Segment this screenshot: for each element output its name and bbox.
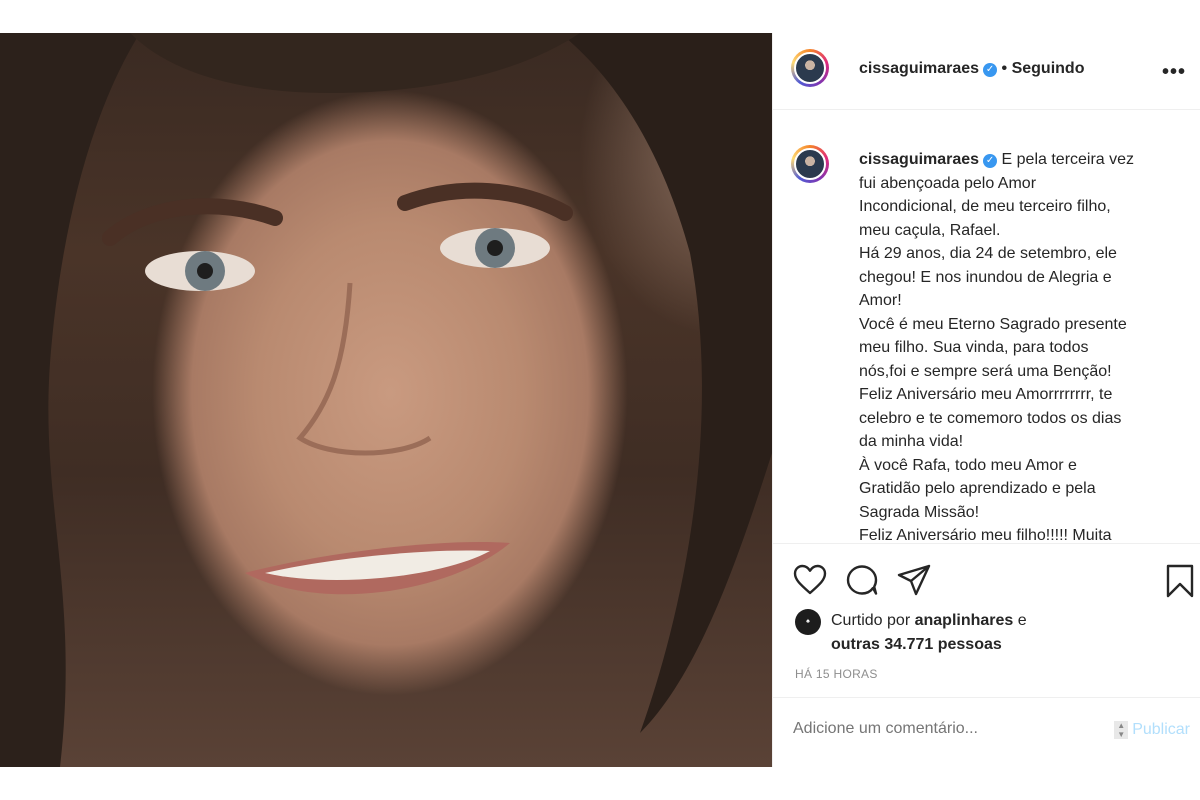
- caption-line: celebro e te comemoro todos os dias: [859, 407, 1177, 431]
- caption-text: Há 29 anos, dia 24 de setembro, ele: [859, 245, 1117, 262]
- caption-line: Sagrada Missão!: [859, 501, 1177, 525]
- comment-icon[interactable]: [845, 564, 879, 596]
- likes-summary[interactable]: Curtido por anaplinhares e outras 34.771…: [831, 609, 1027, 657]
- caption-line: Feliz Aniversário meu Amorrrrrrrr, te: [859, 383, 1177, 407]
- caption-text: nós,foi e sempre será uma Benção!: [859, 362, 1112, 380]
- comment-bar: ▲▼Publicar: [773, 697, 1200, 769]
- verified-badge-icon: ✓: [983, 63, 998, 77]
- post-photo[interactable]: [0, 33, 772, 767]
- caption-text: Feliz Aniversário meu Amorrrrrrrr, te: [859, 386, 1113, 403]
- caption-text: E pela terceira vez: [1001, 151, 1135, 168]
- author-avatar[interactable]: [791, 49, 829, 87]
- caption-line: da minha vida!: [859, 430, 1177, 454]
- caption-text: fui abençoada pelo Amor: [859, 174, 1037, 192]
- caption-line: Você é meu Eterno Sagrado presente: [859, 313, 1177, 337]
- caption-text: Sagrada Missão!: [859, 503, 980, 521]
- caption-text: Gratidão pelo aprendizado e pela: [859, 480, 1096, 497]
- follow-status[interactable]: • Seguindo: [1002, 60, 1085, 77]
- caption-line: cissaguimaraes ✓ E pela terceira vez: [859, 148, 1177, 172]
- publish-button[interactable]: ▲ ▼ Publicar: [1114, 721, 1190, 739]
- caption-text: Amor!: [859, 292, 902, 309]
- caption-text: celebro e te comemoro todos os dias: [859, 409, 1122, 427]
- caption-text: À você Rafa, todo meu Amor e: [859, 456, 1077, 474]
- caption-text: Incondicional, de meu terceiro filho,: [859, 198, 1111, 215]
- like-heart-icon[interactable]: [793, 564, 827, 596]
- post-side-panel: cissaguimaraes ✓ • Seguindo ••• cissaguim…: [773, 33, 1200, 767]
- verified-badge-icon: ✓: [983, 154, 998, 168]
- caption-line: Gratidão pelo aprendizado e pela: [859, 477, 1177, 501]
- author-username[interactable]: cissaguimaraes: [859, 60, 979, 77]
- caption-line: Há 29 anos, dia 24 de setembro, ele: [859, 242, 1177, 266]
- comment-input[interactable]: [793, 720, 1093, 738]
- save-bookmark-icon[interactable]: [1165, 564, 1195, 598]
- caption-line: chegou! E nos inundou de Alegria e: [859, 266, 1177, 290]
- caption-author-avatar[interactable]: [791, 145, 829, 183]
- caption-line: nós,foi e sempre será uma Benção!: [859, 360, 1177, 384]
- liker-avatar[interactable]: ♠: [795, 609, 821, 635]
- share-send-icon[interactable]: [897, 564, 931, 596]
- portrait-illustration: [0, 33, 772, 767]
- post-actions: ♠ Curtido por anaplinhares e outras 34.7…: [773, 543, 1200, 768]
- post-header: cissaguimaraes ✓ • Seguindo •••: [773, 33, 1200, 110]
- stepper-icon: ▲ ▼: [1114, 721, 1129, 739]
- caption-line: meu filho. Sua vinda, para todos: [859, 336, 1177, 360]
- caption-text: meu filho. Sua vinda, para todos: [859, 339, 1089, 356]
- more-options-icon[interactable]: •••: [1162, 61, 1186, 84]
- liker-username[interactable]: anaplinhares: [915, 612, 1014, 629]
- post-timestamp[interactable]: HÁ 15 HORAS: [795, 667, 878, 681]
- caption-line: meu caçula, Rafael.: [859, 219, 1177, 243]
- author-line: cissaguimaraes ✓ • Seguindo: [859, 60, 1084, 78]
- caption-line: Amor!: [859, 289, 1177, 313]
- caption-text: chegou! E nos inundou de Alegria e: [859, 268, 1112, 286]
- likes-prefix: Curtido por: [831, 612, 911, 629]
- publish-label: Publicar: [1132, 721, 1190, 738]
- caption-line: fui abençoada pelo Amor: [859, 172, 1177, 196]
- caption-text: da minha vida!: [859, 433, 964, 450]
- caption-text: meu caçula, Rafael.: [859, 221, 1001, 239]
- likes-suffix: e: [1017, 612, 1027, 629]
- caption-text: Você é meu Eterno Sagrado presente: [859, 315, 1127, 333]
- caption-text: Feliz Aniversário meu filho!!!!! Muita: [859, 527, 1112, 544]
- caption-line: À você Rafa, todo meu Amor e: [859, 454, 1177, 478]
- post-caption: cissaguimaraes ✓ E pela terceira vez fui a…: [859, 148, 1177, 548]
- caption-username[interactable]: cissaguimaraes: [859, 151, 979, 168]
- caption-line: Incondicional, de meu terceiro filho,: [859, 195, 1177, 219]
- likes-others[interactable]: outras 34.771 pessoas: [831, 636, 1002, 653]
- caption-area: cissaguimaraes ✓ E pela terceira vez fui a…: [773, 110, 1200, 576]
